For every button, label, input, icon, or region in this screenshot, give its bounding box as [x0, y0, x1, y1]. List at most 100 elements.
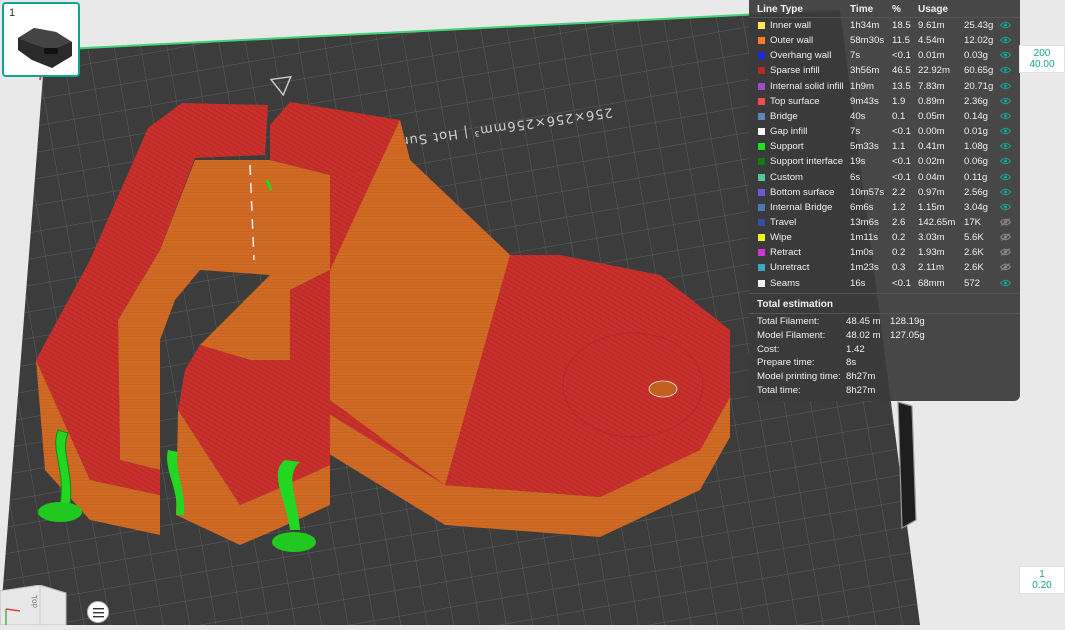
line-type-percent: 13.5: [892, 80, 911, 92]
visibility-eye-icon[interactable]: [1000, 279, 1011, 287]
visibility-eye-icon[interactable]: [1000, 173, 1011, 181]
bottom-layer-number: 1: [1039, 569, 1045, 580]
legend-row[interactable]: Internal Bridge 6m6s 1.2 1.15m 3.04g: [749, 200, 1020, 215]
legend-header-time: Time: [850, 4, 874, 15]
visibility-eye-icon[interactable]: [1000, 51, 1011, 59]
line-type-percent: 1.2: [892, 201, 906, 213]
line-type-length: 0.04m: [918, 171, 945, 183]
line-type-percent: 0.2: [892, 232, 906, 244]
legend-row[interactable]: Outer wall 58m30s 11.5 4.54m 12.02g: [749, 33, 1020, 48]
visibility-eye-off-icon[interactable]: [1000, 233, 1011, 241]
visibility-eye-icon[interactable]: [1000, 97, 1011, 105]
visibility-eye-icon[interactable]: [1000, 203, 1011, 211]
visibility-eye-icon[interactable]: [1000, 127, 1011, 135]
line-type-name: Overhang wall: [770, 50, 832, 62]
line-type-time: 6m6s: [850, 201, 874, 213]
line-type-name: Internal Bridge: [770, 201, 833, 213]
line-type-color-swatch: [758, 82, 765, 90]
line-type-color-swatch: [758, 188, 765, 196]
total-label: Cost:: [757, 343, 780, 355]
legend-row[interactable]: Unretract 1m23s 0.3 2.11m 2.6K: [749, 260, 1020, 275]
total-value: 48.45 m: [846, 316, 881, 327]
visibility-eye-icon[interactable]: [1000, 157, 1011, 165]
total-estimation-row: Model Filament: 48.02 m 127.05g: [757, 330, 1017, 344]
line-type-color-swatch: [758, 112, 765, 120]
legend-row[interactable]: Wipe 1m11s 0.2 3.03m 5.6K: [749, 230, 1020, 245]
legend-row[interactable]: Support interface 19s <0.1 0.02m 0.06g: [749, 154, 1020, 169]
total-estimation-row: Model printing time: 8h27m: [757, 371, 1017, 385]
line-type-name: Bridge: [770, 110, 798, 122]
line-type-name: Retract: [770, 247, 801, 259]
line-type-time: 10m57s: [850, 186, 885, 198]
layer-slider-bottom[interactable]: 1 0.20: [1019, 566, 1065, 594]
line-type-percent: 18.5: [892, 20, 911, 31]
view-cube[interactable]: Top: [0, 584, 70, 630]
line-type-name: Gap infill: [770, 126, 808, 138]
legend-row[interactable]: Support 5m33s 1.1 0.41m 1.08g: [749, 139, 1020, 154]
legend-row[interactable]: Top surface 9m43s 1.9 0.89m 2.36g: [749, 94, 1020, 109]
visibility-eye-off-icon[interactable]: [1000, 218, 1011, 226]
line-type-name: Internal solid infill: [770, 80, 844, 92]
line-type-length: 0.00m: [918, 126, 945, 138]
line-type-length: 3.03m: [918, 232, 945, 244]
line-type-time: 7s: [850, 50, 861, 62]
line-type-color-swatch: [758, 203, 765, 211]
legend-row[interactable]: Travel 13m6s 2.6 142.65m 17K: [749, 215, 1020, 230]
legend-row[interactable]: Bottom surface 10m57s 2.2 0.97m 2.56g: [749, 185, 1020, 200]
legend-row[interactable]: Inner wall 1h34m 18.5 9.61m 25.43g: [749, 18, 1020, 33]
visibility-eye-icon[interactable]: [1000, 36, 1011, 44]
plate-thumbnail[interactable]: 1: [2, 2, 80, 77]
line-type-name: Bottom surface: [770, 186, 835, 198]
legend-row[interactable]: Retract 1m0s 0.2 1.93m 2.6K: [749, 245, 1020, 260]
visibility-eye-off-icon[interactable]: [1000, 263, 1011, 272]
visibility-eye-icon[interactable]: [1000, 112, 1011, 120]
legend-row[interactable]: Overhang wall 7s <0.1 0.01m 0.03g: [749, 48, 1020, 63]
visibility-eye-icon[interactable]: [1000, 21, 1011, 29]
line-type-color-swatch: [758, 264, 765, 272]
plate-number: 1: [9, 7, 16, 19]
total-weight: 128.19g: [890, 316, 925, 327]
legend-row[interactable]: Bridge 40s 0.1 0.05m 0.14g: [749, 109, 1020, 124]
legend-row[interactable]: Gap infill 7s <0.1 0.00m 0.01g: [749, 124, 1020, 139]
top-layer-height: 40.00: [1029, 59, 1055, 70]
line-type-name: Support interface: [770, 156, 844, 168]
legend-row[interactable]: Sparse infill 3h56m 46.5 22.92m 60.65g: [749, 63, 1020, 78]
line-type-length: 0.02m: [918, 156, 945, 168]
visibility-eye-icon[interactable]: [1000, 188, 1011, 196]
visibility-eye-icon[interactable]: [1000, 66, 1011, 74]
line-type-length: 0.97m: [918, 186, 945, 198]
line-type-usage: 1.08g: [964, 141, 989, 153]
line-type-usage: 2.6K: [964, 262, 984, 274]
line-type-usage: 0.03g: [964, 50, 989, 62]
line-type-time: 19s: [850, 156, 866, 168]
line-type-usage: 25.43g: [964, 20, 994, 31]
total-estimation-row: Total Filament: 48.45 m 128.19g: [757, 316, 1017, 330]
menu-icon: [93, 608, 104, 618]
line-type-color-swatch: [758, 234, 765, 242]
line-type-length: 2.11m: [918, 262, 944, 274]
visibility-eye-icon[interactable]: [1000, 82, 1011, 90]
line-type-length: 9.61m: [918, 20, 945, 31]
line-type-name: Support: [770, 141, 804, 153]
menu-button[interactable]: [87, 601, 109, 623]
line-type-usage: 0.06g: [964, 156, 989, 168]
legend-row[interactable]: Seams 16s <0.1 68mm 572: [749, 276, 1020, 291]
line-type-time: 40s: [850, 110, 866, 122]
line-type-usage: 60.65g: [964, 65, 994, 77]
line-type-time: 1h34m: [850, 20, 880, 31]
line-type-name: Sparse infill: [770, 65, 820, 77]
line-type-name: Seams: [770, 277, 800, 289]
line-type-length: 0.05m: [918, 110, 945, 122]
line-type-time: 3h56m: [850, 65, 880, 77]
line-type-length: 0.01m: [918, 50, 945, 62]
visibility-eye-off-icon[interactable]: [1000, 248, 1011, 257]
line-type-usage: 17K: [964, 216, 982, 228]
total-estimation-row: Prepare time: 8s: [757, 357, 1017, 371]
line-type-percent: 1.1: [892, 141, 906, 153]
visibility-eye-icon[interactable]: [1000, 142, 1011, 150]
line-type-time: 1m11s: [850, 232, 879, 244]
legend-row[interactable]: Internal solid infill 1h9m 13.5 7.83m 20.71g: [749, 79, 1020, 94]
layer-slider-top[interactable]: 200 40.00: [1019, 45, 1065, 73]
legend-row[interactable]: Custom 6s <0.1 0.04m 0.11g: [749, 170, 1020, 185]
line-type-percent: 46.5: [892, 65, 911, 77]
